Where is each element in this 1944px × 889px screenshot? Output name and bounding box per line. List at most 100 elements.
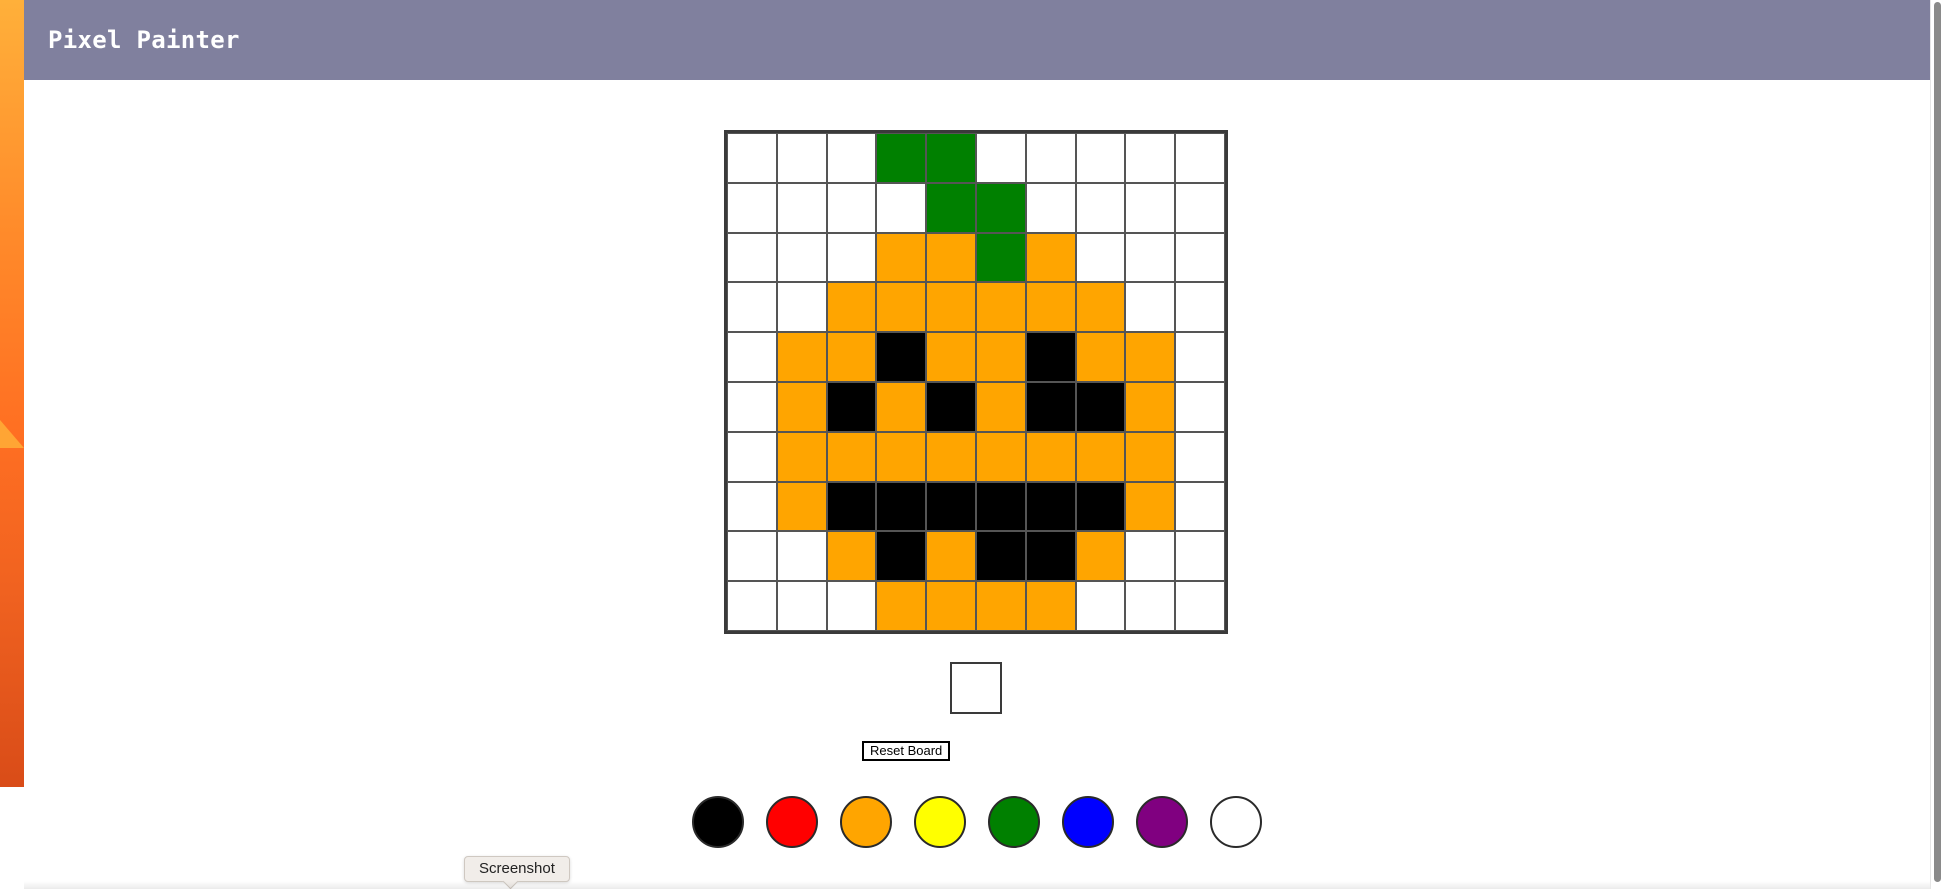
pixel-cell-r3-c0[interactable] bbox=[727, 282, 777, 333]
pixel-cell-r8-c3[interactable] bbox=[876, 531, 927, 582]
pixel-cell-r0-c7[interactable] bbox=[1075, 133, 1126, 183]
pixel-cell-r0-c3[interactable] bbox=[876, 133, 927, 183]
pixel-cell-r4-c2[interactable] bbox=[826, 332, 877, 382]
pixel-cell-r8-c6[interactable] bbox=[1025, 531, 1076, 582]
pixel-cell-r0-c1[interactable] bbox=[776, 133, 827, 183]
pixel-cell-r1-c0[interactable] bbox=[727, 182, 777, 233]
pixel-cell-r7-c6[interactable] bbox=[1025, 481, 1076, 532]
pixel-cell-r6-c7[interactable] bbox=[1075, 431, 1126, 482]
pixel-cell-r2-c3[interactable] bbox=[876, 232, 927, 283]
pixel-cell-r5-c6[interactable] bbox=[1025, 381, 1076, 432]
pixel-cell-r8-c1[interactable] bbox=[776, 531, 827, 582]
pixel-cell-r3-c7[interactable] bbox=[1075, 282, 1126, 333]
swatch-black[interactable] bbox=[692, 796, 744, 848]
pixel-cell-r8-c0[interactable] bbox=[727, 531, 777, 582]
pixel-cell-r9-c2[interactable] bbox=[826, 581, 877, 631]
pixel-cell-r5-c5[interactable] bbox=[975, 381, 1026, 432]
pixel-cell-r1-c6[interactable] bbox=[1025, 182, 1076, 233]
pixel-cell-r3-c6[interactable] bbox=[1025, 282, 1076, 333]
pixel-cell-r9-c1[interactable] bbox=[776, 581, 827, 631]
pixel-cell-r7-c5[interactable] bbox=[975, 481, 1026, 532]
pixel-cell-r8-c5[interactable] bbox=[975, 531, 1026, 582]
pixel-cell-r4-c6[interactable] bbox=[1025, 332, 1076, 382]
pixel-cell-r9-c0[interactable] bbox=[727, 581, 777, 631]
pixel-cell-r1-c8[interactable] bbox=[1125, 182, 1176, 233]
pixel-cell-r4-c7[interactable] bbox=[1075, 332, 1126, 382]
pixel-cell-r6-c5[interactable] bbox=[975, 431, 1026, 482]
swatch-white[interactable] bbox=[1210, 796, 1262, 848]
pixel-cell-r1-c4[interactable] bbox=[926, 182, 976, 233]
pixel-cell-r2-c2[interactable] bbox=[826, 232, 877, 283]
pixel-cell-r9-c8[interactable] bbox=[1125, 581, 1176, 631]
pixel-cell-r2-c9[interactable] bbox=[1175, 232, 1225, 283]
pixel-cell-r2-c5[interactable] bbox=[975, 232, 1026, 283]
pixel-cell-r6-c1[interactable] bbox=[776, 431, 827, 482]
pixel-cell-r1-c5[interactable] bbox=[975, 182, 1026, 233]
pixel-cell-r3-c9[interactable] bbox=[1175, 282, 1225, 333]
pixel-cell-r6-c4[interactable] bbox=[926, 431, 976, 482]
pixel-cell-r9-c7[interactable] bbox=[1075, 581, 1126, 631]
pixel-cell-r3-c3[interactable] bbox=[876, 282, 927, 333]
pixel-cell-r7-c4[interactable] bbox=[926, 481, 976, 532]
pixel-cell-r5-c2[interactable] bbox=[826, 381, 877, 432]
pixel-cell-r2-c8[interactable] bbox=[1125, 232, 1176, 283]
swatch-purple[interactable] bbox=[1136, 796, 1188, 848]
pixel-cell-r6-c2[interactable] bbox=[826, 431, 877, 482]
pixel-cell-r2-c0[interactable] bbox=[727, 232, 777, 283]
vertical-scrollbar[interactable] bbox=[1930, 0, 1944, 889]
pixel-cell-r8-c4[interactable] bbox=[926, 531, 976, 582]
pixel-cell-r3-c4[interactable] bbox=[926, 282, 976, 333]
swatch-red[interactable] bbox=[766, 796, 818, 848]
pixel-cell-r3-c5[interactable] bbox=[975, 282, 1026, 333]
pixel-cell-r9-c6[interactable] bbox=[1025, 581, 1076, 631]
pixel-cell-r5-c0[interactable] bbox=[727, 381, 777, 432]
reset-board-button[interactable]: Reset Board bbox=[862, 741, 951, 761]
pixel-cell-r8-c8[interactable] bbox=[1125, 531, 1176, 582]
pixel-cell-r0-c4[interactable] bbox=[926, 133, 976, 183]
pixel-cell-r5-c3[interactable] bbox=[876, 381, 927, 432]
pixel-cell-r6-c8[interactable] bbox=[1125, 431, 1176, 482]
pixel-cell-r7-c0[interactable] bbox=[727, 481, 777, 532]
pixel-cell-r9-c5[interactable] bbox=[975, 581, 1026, 631]
pixel-cell-r9-c3[interactable] bbox=[876, 581, 927, 631]
pixel-cell-r5-c1[interactable] bbox=[776, 381, 827, 432]
pixel-cell-r8-c7[interactable] bbox=[1075, 531, 1126, 582]
pixel-cell-r1-c3[interactable] bbox=[876, 182, 927, 233]
pixel-cell-r2-c7[interactable] bbox=[1075, 232, 1126, 283]
pixel-cell-r2-c6[interactable] bbox=[1025, 232, 1076, 283]
pixel-cell-r7-c2[interactable] bbox=[826, 481, 877, 532]
scrollbar-thumb[interactable] bbox=[1934, 2, 1941, 882]
pixel-cell-r5-c7[interactable] bbox=[1075, 381, 1126, 432]
pixel-cell-r0-c5[interactable] bbox=[975, 133, 1026, 183]
pixel-cell-r2-c4[interactable] bbox=[926, 232, 976, 283]
pixel-cell-r6-c6[interactable] bbox=[1025, 431, 1076, 482]
pixel-cell-r1-c9[interactable] bbox=[1175, 182, 1225, 233]
pixel-cell-r1-c7[interactable] bbox=[1075, 182, 1126, 233]
pixel-cell-r7-c8[interactable] bbox=[1125, 481, 1176, 532]
pixel-cell-r5-c8[interactable] bbox=[1125, 381, 1176, 432]
swatch-blue[interactable] bbox=[1062, 796, 1114, 848]
pixel-cell-r4-c1[interactable] bbox=[776, 332, 827, 382]
pixel-cell-r7-c3[interactable] bbox=[876, 481, 927, 532]
pixel-cell-r0-c9[interactable] bbox=[1175, 133, 1225, 183]
pixel-cell-r9-c9[interactable] bbox=[1175, 581, 1225, 631]
pixel-cell-r7-c7[interactable] bbox=[1075, 481, 1126, 532]
pixel-cell-r0-c6[interactable] bbox=[1025, 133, 1076, 183]
pixel-cell-r6-c3[interactable] bbox=[876, 431, 927, 482]
pixel-cell-r8-c2[interactable] bbox=[826, 531, 877, 582]
pixel-cell-r3-c2[interactable] bbox=[826, 282, 877, 333]
pixel-cell-r6-c0[interactable] bbox=[727, 431, 777, 482]
pixel-cell-r0-c8[interactable] bbox=[1125, 133, 1176, 183]
pixel-cell-r7-c9[interactable] bbox=[1175, 481, 1225, 532]
pixel-cell-r0-c0[interactable] bbox=[727, 133, 777, 183]
pixel-cell-r4-c3[interactable] bbox=[876, 332, 927, 382]
swatch-orange[interactable] bbox=[840, 796, 892, 848]
pixel-cell-r3-c8[interactable] bbox=[1125, 282, 1176, 333]
pixel-cell-r6-c9[interactable] bbox=[1175, 431, 1225, 482]
pixel-cell-r4-c9[interactable] bbox=[1175, 332, 1225, 382]
pixel-cell-r7-c1[interactable] bbox=[776, 481, 827, 532]
pixel-cell-r9-c4[interactable] bbox=[926, 581, 976, 631]
swatch-green[interactable] bbox=[988, 796, 1040, 848]
pixel-cell-r3-c1[interactable] bbox=[776, 282, 827, 333]
pixel-cell-r2-c1[interactable] bbox=[776, 232, 827, 283]
